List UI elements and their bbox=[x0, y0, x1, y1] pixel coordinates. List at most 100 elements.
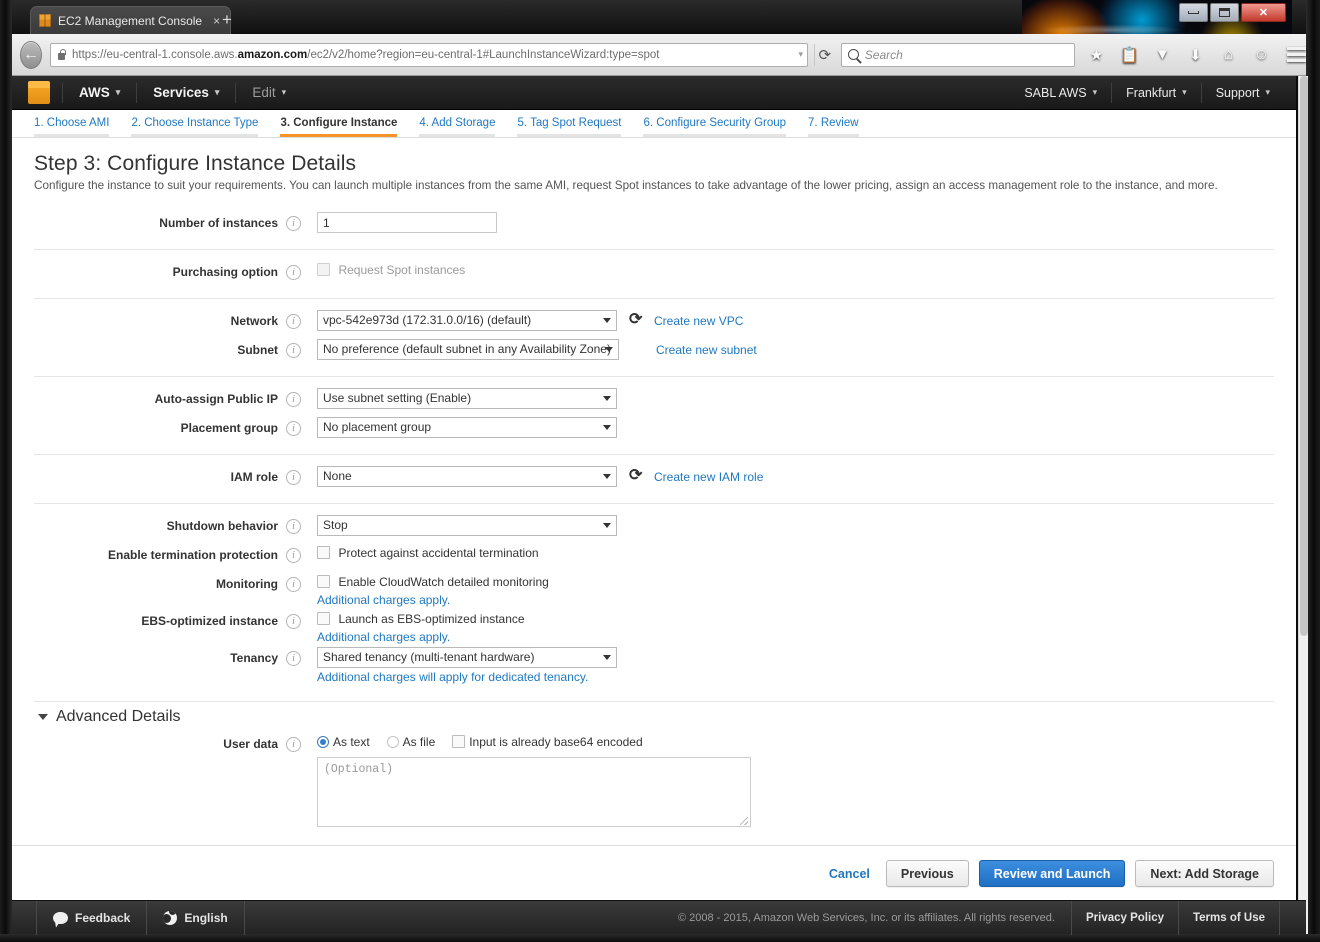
info-icon[interactable]: i bbox=[286, 548, 301, 563]
search-bar[interactable]: Search bbox=[841, 43, 1075, 67]
bookmark-star-icon[interactable]: ★ bbox=[1087, 45, 1106, 64]
nav-item-support[interactable]: Support ▾ bbox=[1204, 76, 1282, 110]
info-icon[interactable]: i bbox=[286, 651, 301, 666]
tenancy-value: Shared tenancy (multi-tenant hardware) bbox=[323, 648, 534, 667]
info-icon[interactable]: i bbox=[286, 614, 301, 629]
nav-item-support-label: Support bbox=[1216, 86, 1260, 100]
create-new-vpc-link[interactable]: Create new VPC bbox=[654, 314, 743, 328]
info-icon[interactable]: i bbox=[286, 343, 301, 358]
reading-list-icon[interactable]: 📋 bbox=[1120, 45, 1139, 64]
minimize-window-button[interactable] bbox=[1179, 3, 1208, 22]
menu-hamburger-icon[interactable] bbox=[1287, 47, 1306, 62]
maximize-window-button[interactable] bbox=[1210, 3, 1239, 22]
placement-group-value: No placement group bbox=[323, 418, 431, 437]
user-data-as-file-radio[interactable] bbox=[387, 736, 399, 748]
back-button-icon[interactable]: ← bbox=[20, 41, 42, 69]
nav-item-edit[interactable]: Edit ▾ bbox=[238, 76, 300, 110]
auto-assign-public-ip-select[interactable]: Use subnet setting (Enable) bbox=[317, 388, 617, 409]
termination-protection-label: Protect against accidental termination bbox=[338, 546, 538, 560]
info-icon[interactable]: i bbox=[286, 577, 301, 592]
user-data-textarea[interactable]: (Optional) bbox=[317, 757, 751, 827]
next-add-storage-button[interactable]: Next: Add Storage bbox=[1135, 860, 1274, 887]
chevron-down-icon bbox=[603, 474, 611, 479]
wizard-step-7[interactable]: 7. Review bbox=[808, 117, 859, 137]
wizard-step-6[interactable]: 6. Configure Security Group bbox=[643, 117, 786, 137]
placement-group-select[interactable]: No placement group bbox=[317, 417, 617, 438]
nav-item-aws[interactable]: AWS ▾ bbox=[65, 76, 134, 110]
monitoring-checkbox[interactable] bbox=[317, 575, 330, 588]
form-group-behavior: Shutdown behavior i Stop Enable terminat… bbox=[34, 503, 1274, 695]
language-button[interactable]: English bbox=[147, 901, 244, 935]
sync-account-icon[interactable]: ☺ bbox=[1252, 45, 1271, 64]
field-iam-role: IAM role i None ⟳ Create new IAM role bbox=[34, 466, 1274, 492]
user-data-as-text-radio[interactable] bbox=[317, 736, 329, 748]
info-icon[interactable]: i bbox=[286, 314, 301, 329]
wizard-step-4[interactable]: 4. Add Storage bbox=[419, 117, 495, 137]
close-window-button[interactable]: ✕ bbox=[1241, 3, 1286, 22]
aws-cube-logo-icon[interactable] bbox=[28, 81, 50, 105]
tenancy-charges-link[interactable]: Additional charges will apply for dedica… bbox=[317, 670, 1274, 684]
pocket-icon[interactable]: ▼ bbox=[1153, 45, 1172, 64]
review-and-launch-button[interactable]: Review and Launch bbox=[979, 860, 1126, 887]
advanced-details-heading: Advanced Details bbox=[56, 708, 181, 726]
wizard-step-5[interactable]: 5. Tag Spot Request bbox=[517, 117, 621, 137]
nav-item-account[interactable]: SABL AWS ▾ bbox=[1012, 76, 1109, 110]
advanced-details-toggle[interactable]: Advanced Details bbox=[34, 701, 1274, 730]
scrollbar-thumb[interactable] bbox=[1300, 76, 1308, 636]
browser-tab[interactable]: EC2 Management Console × bbox=[30, 6, 231, 34]
iam-role-select[interactable]: None bbox=[317, 466, 617, 487]
privacy-policy-link[interactable]: Privacy Policy bbox=[1071, 901, 1178, 935]
create-new-iam-role-link[interactable]: Create new IAM role bbox=[654, 470, 763, 484]
address-bar[interactable]: https://eu-central-1.console.aws.amazon.… bbox=[50, 43, 808, 67]
new-tab-button[interactable]: + bbox=[216, 9, 238, 31]
aws-favicon-icon bbox=[39, 14, 51, 27]
number-of-instances-input[interactable] bbox=[317, 212, 497, 233]
field-number-of-instances: Number of instances i bbox=[34, 212, 1274, 238]
network-select[interactable]: vpc-542e973d (172.31.0.0/16) (default) bbox=[317, 310, 617, 331]
info-icon[interactable]: i bbox=[286, 519, 301, 534]
create-new-subnet-link[interactable]: Create new subnet bbox=[656, 343, 757, 357]
previous-button[interactable]: Previous bbox=[886, 860, 969, 887]
refresh-iam-role-icon[interactable]: ⟳ bbox=[629, 468, 646, 485]
footer-right: © 2008 - 2015, Amazon Web Services, Inc.… bbox=[662, 901, 1306, 935]
wizard-step-1[interactable]: 1. Choose AMI bbox=[34, 117, 109, 137]
wizard-step-2[interactable]: 2. Choose Instance Type bbox=[131, 117, 258, 137]
info-icon[interactable]: i bbox=[286, 265, 301, 280]
reload-icon[interactable]: ⟳ bbox=[815, 46, 835, 64]
feedback-button[interactable]: Feedback bbox=[36, 901, 147, 935]
request-spot-instances-checkbox[interactable] bbox=[317, 263, 330, 276]
nav-item-services[interactable]: Services ▾ bbox=[139, 76, 233, 110]
user-data-as-file-label: As file bbox=[403, 735, 436, 749]
termination-protection-checkbox[interactable] bbox=[317, 546, 330, 559]
page-scrollbar[interactable] bbox=[1298, 76, 1308, 934]
label-termination-protection: Enable termination protection bbox=[34, 544, 286, 562]
wizard-step-3[interactable]: 3. Configure Instance bbox=[280, 117, 397, 137]
terms-of-use-link[interactable]: Terms of Use bbox=[1178, 901, 1280, 935]
iam-role-value: None bbox=[323, 467, 352, 486]
subnet-select[interactable]: No preference (default subnet in any Ava… bbox=[317, 339, 619, 360]
monitoring-charges-link[interactable]: Additional charges apply. bbox=[317, 593, 1274, 607]
address-bar-dropdown-icon[interactable]: ▾ bbox=[798, 49, 803, 60]
label-purchasing-option: Purchasing option bbox=[34, 261, 286, 279]
language-label: English bbox=[184, 911, 227, 925]
info-icon[interactable]: i bbox=[286, 470, 301, 485]
info-icon[interactable]: i bbox=[286, 392, 301, 407]
home-icon[interactable]: ⌂ bbox=[1219, 45, 1238, 64]
info-icon[interactable]: i bbox=[286, 737, 301, 752]
ebs-optimized-checkbox[interactable] bbox=[317, 612, 330, 625]
label-tenancy: Tenancy bbox=[34, 647, 286, 665]
shutdown-behavior-select[interactable]: Stop bbox=[317, 515, 617, 536]
cancel-button[interactable]: Cancel bbox=[823, 860, 876, 887]
refresh-vpc-icon[interactable]: ⟳ bbox=[629, 312, 646, 329]
chevron-down-icon: ▾ bbox=[1182, 87, 1187, 98]
info-icon[interactable]: i bbox=[286, 216, 301, 231]
resize-grip-icon[interactable] bbox=[740, 817, 748, 825]
info-icon[interactable]: i bbox=[286, 421, 301, 436]
user-data-base64-checkbox[interactable] bbox=[452, 735, 465, 748]
ebs-optimized-charges-link[interactable]: Additional charges apply. bbox=[317, 630, 1274, 644]
nav-item-region[interactable]: Frankfurt ▾ bbox=[1114, 76, 1199, 110]
tenancy-select[interactable]: Shared tenancy (multi-tenant hardware) bbox=[317, 647, 617, 668]
label-number-of-instances: Number of instances bbox=[34, 212, 286, 230]
aws-nav-right: SABL AWS ▾ Frankfurt ▾ Support ▾ bbox=[1012, 76, 1296, 110]
downloads-icon[interactable]: ⬇ bbox=[1186, 45, 1205, 64]
